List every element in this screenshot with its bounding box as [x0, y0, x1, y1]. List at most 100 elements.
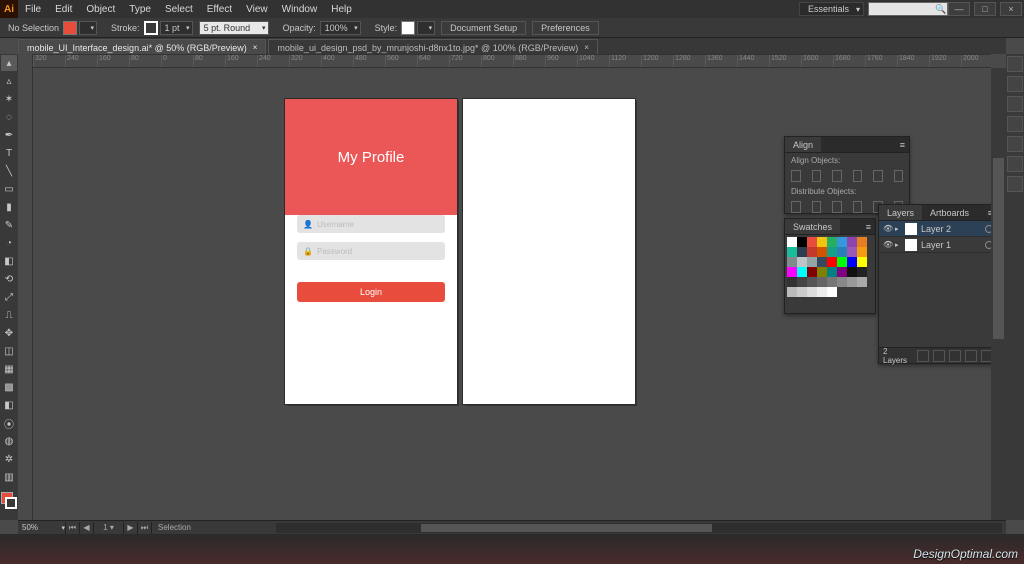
menu-file[interactable]: File — [18, 4, 48, 15]
swatch[interactable] — [787, 237, 797, 247]
menu-window[interactable]: Window — [275, 4, 325, 15]
swatch[interactable] — [817, 257, 827, 267]
swatch[interactable] — [827, 247, 837, 257]
brush-dropdown[interactable]: 5 pt. Round — [199, 21, 269, 35]
column-graph-tool-icon[interactable]: ▥ — [1, 469, 17, 485]
swatch[interactable] — [787, 287, 797, 297]
swatch[interactable] — [827, 287, 837, 297]
fill-swatch[interactable] — [63, 21, 77, 35]
prev-artboard-icon[interactable]: ◀ — [80, 522, 94, 534]
eyedropper-tool-icon[interactable]: ⦿ — [1, 415, 17, 431]
align-tab[interactable]: Align — [785, 137, 821, 152]
swatch[interactable] — [847, 237, 857, 247]
swatches-tab[interactable]: Swatches — [785, 219, 840, 234]
clip-mask-icon[interactable] — [933, 350, 945, 362]
swatch[interactable] — [797, 267, 807, 277]
align-top-icon[interactable] — [853, 170, 863, 182]
eraser-tool-icon[interactable]: ◧ — [1, 253, 17, 269]
document-tab[interactable]: mobile_ui_design_psd_by_mrunjoshi-d8nx1t… — [268, 39, 597, 54]
swatch[interactable] — [817, 277, 827, 287]
visibility-icon[interactable]: 👁 — [883, 240, 895, 249]
swatch[interactable] — [847, 247, 857, 257]
workspace-switcher[interactable]: Essentials — [799, 2, 864, 16]
horizontal-scrollbar[interactable] — [276, 523, 1002, 533]
swatch[interactable] — [787, 247, 797, 257]
layer-row[interactable]: 👁▸Layer 2 — [879, 221, 997, 237]
swatch[interactable] — [797, 287, 807, 297]
expand-icon[interactable]: ▸ — [895, 225, 905, 233]
swatch[interactable] — [857, 277, 867, 287]
menu-help[interactable]: Help — [324, 4, 359, 15]
scrollbar-thumb[interactable] — [993, 158, 1004, 339]
swatch[interactable] — [797, 257, 807, 267]
swatch[interactable] — [847, 257, 857, 267]
next-artboard-icon[interactable]: ▶ — [124, 522, 138, 534]
pen-tool-icon[interactable]: ✒ — [1, 127, 17, 143]
panel-menu-icon[interactable]: ≡ — [896, 140, 909, 150]
swatch[interactable] — [797, 247, 807, 257]
free-transform-tool-icon[interactable]: ✥ — [1, 325, 17, 341]
new-sublayer-icon[interactable] — [949, 350, 961, 362]
swatch[interactable] — [817, 247, 827, 257]
swatch[interactable] — [837, 257, 847, 267]
direct-selection-tool-icon[interactable]: ▵ — [1, 73, 17, 89]
swatch[interactable] — [837, 237, 847, 247]
last-artboard-icon[interactable]: ⏭ — [138, 522, 152, 534]
menu-select[interactable]: Select — [158, 4, 200, 15]
minimize-button[interactable]: — — [948, 2, 970, 16]
stroke-swatch[interactable] — [144, 21, 158, 35]
line-tool-icon[interactable]: ╲ — [1, 163, 17, 179]
artboard-2[interactable] — [463, 99, 635, 404]
align-vcenter-icon[interactable] — [873, 170, 883, 182]
layers-tab[interactable]: Layers — [879, 205, 922, 220]
close-icon[interactable]: × — [253, 43, 258, 52]
fill-dropdown[interactable] — [79, 21, 97, 35]
selection-tool-icon[interactable]: ▴ — [1, 55, 17, 71]
blob-brush-tool-icon[interactable]: ◔ — [1, 235, 17, 251]
type-tool-icon[interactable]: T — [1, 145, 17, 161]
swatch[interactable] — [807, 277, 817, 287]
artboard-1[interactable]: My Profile 👤Username 🔒Password Login — [285, 99, 457, 404]
perspective-tool-icon[interactable]: ▦ — [1, 361, 17, 377]
swatch[interactable] — [787, 277, 797, 287]
swatch[interactable] — [807, 237, 817, 247]
dist-bottom-icon[interactable] — [832, 201, 842, 213]
panel-icon[interactable] — [1007, 56, 1023, 72]
menu-type[interactable]: Type — [122, 4, 158, 15]
swatch[interactable] — [797, 277, 807, 287]
swatch[interactable] — [807, 247, 817, 257]
close-button[interactable]: × — [1000, 2, 1022, 16]
visibility-icon[interactable]: 👁 — [883, 224, 895, 233]
align-bottom-icon[interactable] — [894, 170, 904, 182]
panel-icon[interactable] — [1007, 176, 1023, 192]
panel-icon[interactable] — [1007, 96, 1023, 112]
menu-effect[interactable]: Effect — [200, 4, 239, 15]
swatch[interactable] — [837, 267, 847, 277]
paintbrush-tool-icon[interactable]: ▮ — [1, 199, 17, 215]
swatch[interactable] — [827, 277, 837, 287]
align-panel[interactable]: Align≡ Align Objects: Distribute Objects… — [784, 136, 910, 214]
swatch[interactable] — [847, 267, 857, 277]
align-right-icon[interactable] — [832, 170, 842, 182]
swatch[interactable] — [787, 267, 797, 277]
lasso-tool-icon[interactable]: ◌ — [1, 109, 17, 125]
pencil-tool-icon[interactable]: ✎ — [1, 217, 17, 233]
swatch[interactable] — [807, 257, 817, 267]
maximize-button[interactable]: □ — [974, 2, 996, 16]
scrollbar-thumb[interactable] — [421, 524, 711, 532]
mesh-tool-icon[interactable]: ▩ — [1, 379, 17, 395]
width-tool-icon[interactable]: ⎍ — [1, 307, 17, 323]
swatches-panel[interactable]: Swatches≡ — [784, 218, 876, 314]
align-hcenter-icon[interactable] — [812, 170, 822, 182]
gradient-tool-icon[interactable]: ◧ — [1, 397, 17, 413]
layer-name[interactable]: Layer 1 — [921, 240, 951, 250]
style-swatch[interactable] — [401, 21, 415, 35]
stroke-weight-dropdown[interactable]: 1 pt — [160, 21, 193, 35]
swatch[interactable] — [857, 237, 867, 247]
swatch[interactable] — [847, 277, 857, 287]
rectangle-tool-icon[interactable]: ▭ — [1, 181, 17, 197]
swatch[interactable] — [827, 267, 837, 277]
document-tab-active[interactable]: mobile_UI_Interface_design.ai* @ 50% (RG… — [18, 39, 266, 54]
swatch[interactable] — [857, 247, 867, 257]
swatch[interactable] — [807, 267, 817, 277]
